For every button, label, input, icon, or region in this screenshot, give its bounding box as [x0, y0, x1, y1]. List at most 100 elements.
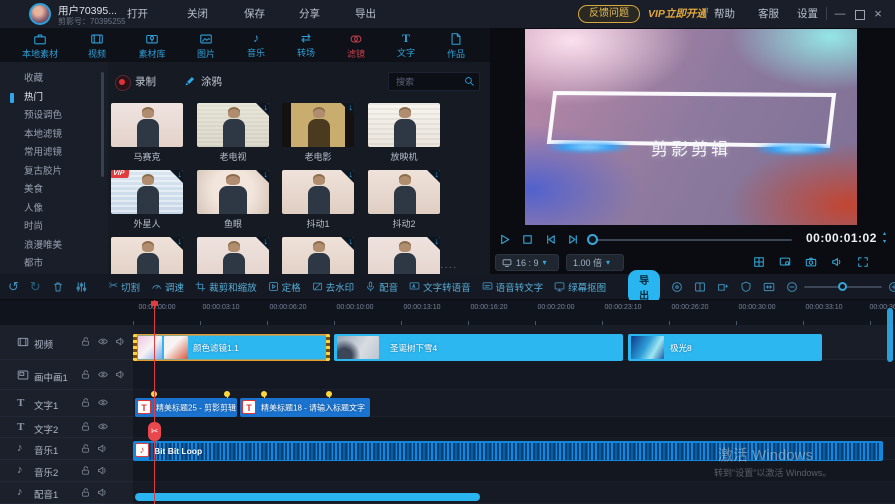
playhead-line[interactable]	[154, 300, 155, 504]
category-romantic[interactable]: 浪漫唯美	[24, 237, 104, 255]
playhead-marker[interactable]	[151, 301, 158, 306]
remove-watermark-button[interactable]: 去水印	[312, 280, 355, 294]
seek-slider-knob[interactable]	[587, 234, 598, 245]
clip-title-25[interactable]: T 精美标题25 - 剪影剪辑	[135, 398, 237, 417]
tab-works[interactable]: 作品	[428, 32, 484, 60]
lane-text2[interactable]	[133, 417, 895, 438]
category-fashion[interactable]: 时尚	[24, 218, 104, 236]
cut-button[interactable]: ✂切割	[109, 280, 140, 294]
freeze-frame-button[interactable]: 定格	[268, 280, 301, 294]
speaker-icon[interactable]	[97, 443, 108, 454]
menu-close[interactable]: 关闭	[187, 0, 208, 28]
trim-handle-left[interactable]	[133, 334, 137, 361]
filter-card[interactable]: 马赛克	[109, 103, 185, 163]
filter-card-partial[interactable]: ↓	[109, 237, 185, 274]
speaker-icon[interactable]	[97, 465, 108, 476]
lock-icon[interactable]	[80, 443, 91, 454]
zoom-in-icon[interactable]	[888, 281, 895, 293]
vip-upgrade-button[interactable]: VIP立即开通	[648, 6, 707, 21]
settings-button[interactable]: 设置	[797, 0, 818, 28]
category-portrait[interactable]: 人像	[24, 200, 104, 218]
keyframe-dot[interactable]	[224, 391, 230, 397]
tab-music[interactable]: ♪ 音乐	[228, 32, 284, 59]
screen-record-icon[interactable]	[779, 256, 791, 268]
category-favorites[interactable]: 收藏	[24, 70, 104, 88]
speaker-icon[interactable]	[115, 336, 126, 347]
filter-card[interactable]: ↓ 抖动1	[280, 170, 356, 230]
menu-share[interactable]: 分享	[299, 0, 320, 28]
clip-snow-tree[interactable]: 圣诞树下雪4	[334, 334, 623, 361]
tab-local-media[interactable]: 本地素材	[12, 32, 68, 60]
filter-card[interactable]: ↓ VIP 外星人	[109, 170, 185, 230]
trim-handle-right[interactable]	[326, 334, 330, 361]
category-hot[interactable]: 热门	[24, 89, 104, 107]
track-header-video[interactable]: 视频	[0, 325, 133, 360]
menu-open[interactable]: 打开	[127, 0, 148, 28]
clip-title-18[interactable]: T 精美标题18 - 请输入标题文字	[240, 398, 370, 417]
tab-video[interactable]: 视频	[69, 32, 125, 60]
crop-zoom-button[interactable]: 裁剪和缩放	[195, 280, 257, 294]
eye-icon[interactable]	[97, 336, 109, 347]
support-button[interactable]: 客服	[758, 0, 779, 28]
subtitle-panel-icon[interactable]	[694, 281, 706, 293]
eye-icon[interactable]	[97, 397, 109, 408]
keyframe-dot[interactable]	[261, 391, 267, 397]
play-button[interactable]	[498, 233, 511, 246]
filter-card-partial[interactable]: ↓	[280, 237, 356, 274]
lock-icon[interactable]	[80, 369, 91, 380]
speed-button[interactable]: 调速	[151, 280, 184, 294]
minimize-button[interactable]: —	[831, 0, 849, 28]
export-button[interactable]: 导出	[628, 270, 660, 304]
timecode-down-arrow[interactable]: ▾	[883, 239, 886, 245]
aspect-ratio-select[interactable]: 16 : 9 ▾	[495, 254, 559, 271]
timeline-vertical-scrollbar[interactable]	[887, 308, 893, 362]
snap-icon[interactable]	[717, 281, 729, 293]
close-button[interactable]: ×	[869, 0, 887, 28]
category-common-filters[interactable]: 常用滤镜	[24, 144, 104, 162]
help-button[interactable]: 帮助	[714, 0, 735, 28]
lock-icon[interactable]	[80, 336, 91, 347]
track-header-text2[interactable]: T 文字2	[0, 417, 133, 438]
eye-icon[interactable]	[97, 421, 109, 432]
lock-icon[interactable]	[80, 465, 91, 476]
track-header-music2[interactable]: ♪ 音乐2	[0, 460, 133, 482]
lock-icon[interactable]	[80, 487, 91, 498]
snapshot-camera-icon[interactable]	[805, 256, 817, 268]
undo-icon[interactable]: ↺	[8, 280, 19, 293]
lock-icon[interactable]	[80, 421, 91, 432]
voiceover-button[interactable]: 配音	[365, 280, 398, 294]
clip-aurora[interactable]: 极光8	[628, 334, 822, 361]
track-header-voiceover1[interactable]: ♪ 配音1	[0, 482, 133, 504]
prev-frame-button[interactable]	[544, 233, 557, 246]
filter-card-partial[interactable]: ↓	[195, 237, 271, 274]
category-food[interactable]: 美食	[24, 181, 104, 199]
filter-card[interactable]: ↓ 老电视	[195, 103, 271, 163]
filter-card[interactable]: ↓ 鱼眼	[195, 170, 271, 230]
filter-card[interactable]: ↓ 老电影	[280, 103, 356, 163]
sidebar-scrollbar[interactable]	[101, 72, 104, 177]
split-screen-icon[interactable]	[753, 256, 765, 268]
feedback-button[interactable]: 反馈问题	[578, 5, 640, 23]
track-header-music1[interactable]: ♪ 音乐1	[0, 438, 133, 460]
shield-icon[interactable]	[740, 281, 752, 293]
fullscreen-icon[interactable]	[857, 256, 869, 268]
timecode-up-arrow[interactable]: ▴	[883, 231, 886, 237]
tab-library[interactable]: 素材库	[124, 32, 180, 60]
filter-card[interactable]: ↓ 抖动2	[366, 170, 442, 230]
playhead-cut-handle[interactable]: ✂	[148, 422, 161, 441]
category-urban[interactable]: 都市	[24, 255, 104, 273]
zoom-slider-track[interactable]	[804, 286, 882, 288]
lock-icon[interactable]	[80, 397, 91, 408]
filter-card-partial[interactable]: ↓	[366, 237, 442, 274]
lane-pip[interactable]	[133, 360, 895, 390]
speaker-icon[interactable]	[97, 487, 108, 498]
category-retro-film[interactable]: 复古胶片	[24, 163, 104, 181]
adjust-icon[interactable]	[75, 281, 87, 293]
menu-export[interactable]: 导出	[355, 0, 376, 28]
speech-to-text-button[interactable]: 语音转文字	[482, 280, 544, 294]
record-button[interactable]: 录制	[135, 74, 156, 89]
zoom-out-icon[interactable]	[786, 281, 798, 293]
delete-icon[interactable]	[52, 281, 64, 293]
tab-transition[interactable]: ⇄ 转场	[278, 32, 334, 59]
keyframe-dot[interactable]	[326, 391, 332, 397]
